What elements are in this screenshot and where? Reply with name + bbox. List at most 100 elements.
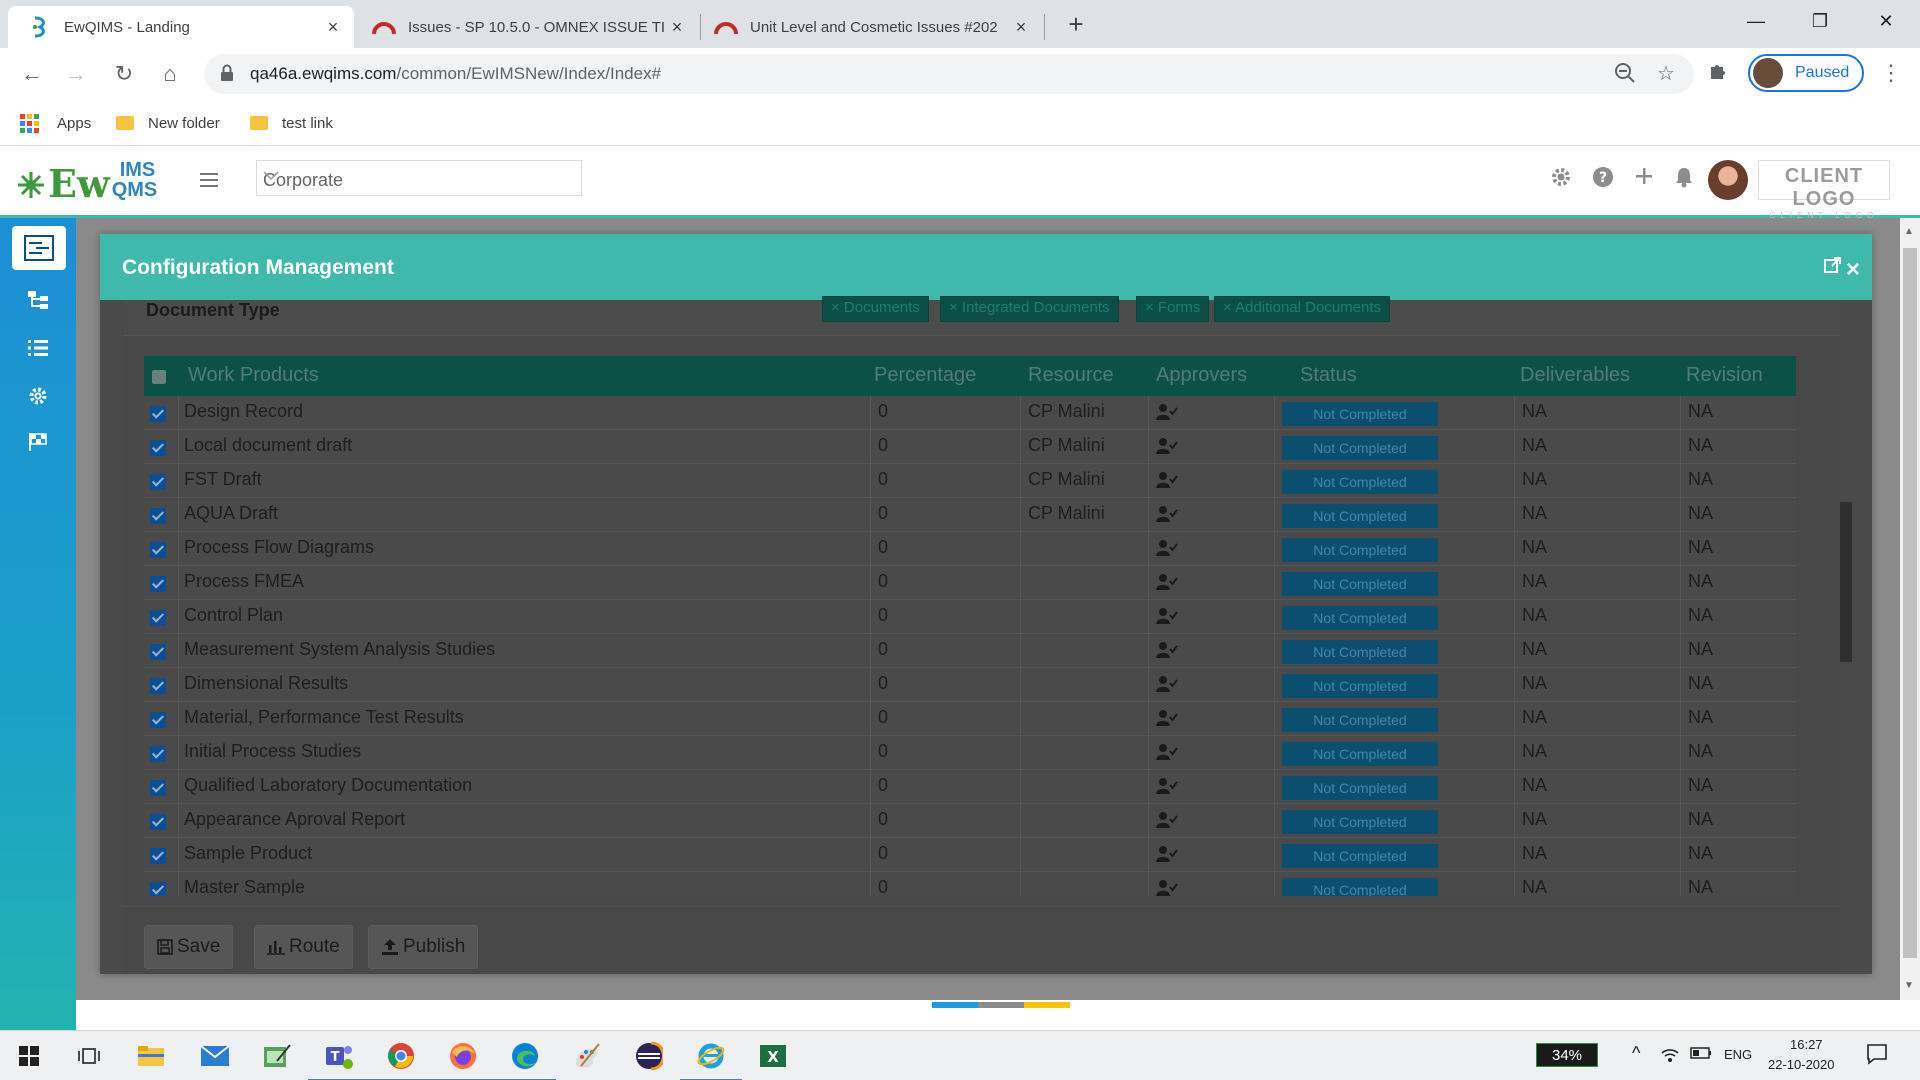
task-view-icon[interactable] bbox=[72, 1039, 106, 1073]
profile-paused-button[interactable]: Paused bbox=[1748, 54, 1864, 92]
user-check-icon[interactable] bbox=[1156, 879, 1178, 896]
extensions-puzzle-icon[interactable] bbox=[1708, 60, 1732, 84]
user-check-icon[interactable] bbox=[1156, 743, 1178, 761]
teams-icon[interactable]: T bbox=[308, 1039, 370, 1080]
sidebar-item-settings[interactable] bbox=[20, 378, 56, 414]
table-row[interactable]: Control Plan 0 NA NA Not Completed bbox=[144, 600, 1796, 634]
firefox-icon[interactable] bbox=[432, 1039, 494, 1080]
cell-work-product[interactable]: Process Flow Diagrams bbox=[184, 537, 374, 558]
bookmark-test-link[interactable]: test link bbox=[250, 112, 333, 134]
sidebar-item-hierarchy[interactable] bbox=[20, 282, 56, 318]
windows-start-icon[interactable] bbox=[12, 1039, 46, 1073]
row-checkbox[interactable] bbox=[150, 644, 166, 660]
excel-icon[interactable]: X bbox=[756, 1039, 790, 1073]
user-avatar[interactable] bbox=[1708, 160, 1748, 200]
column-header-work-products[interactable]: Work Products bbox=[188, 364, 319, 387]
route-button[interactable]: Route bbox=[254, 925, 353, 969]
table-row[interactable]: FST Draft 0 CP Malini NA NA Not Completed bbox=[144, 464, 1796, 498]
table-row[interactable]: Process Flow Diagrams 0 NA NA Not Completed bbox=[144, 532, 1796, 566]
user-check-icon[interactable] bbox=[1156, 777, 1178, 795]
user-check-icon[interactable] bbox=[1156, 539, 1178, 557]
row-checkbox[interactable] bbox=[150, 848, 166, 864]
cell-work-product[interactable]: Measurement System Analysis Studies bbox=[184, 639, 495, 660]
eclipse-icon[interactable] bbox=[632, 1039, 666, 1073]
table-row[interactable]: Master Sample 0 NA NA Not Completed bbox=[144, 872, 1796, 896]
cell-work-product[interactable]: Appearance Aproval Report bbox=[184, 809, 405, 830]
row-checkbox[interactable] bbox=[150, 406, 166, 422]
minimize-button[interactable]: — bbox=[1738, 6, 1774, 36]
language-indicator[interactable]: ENG bbox=[1724, 1047, 1752, 1062]
browser-menu-icon[interactable]: ⋮ bbox=[1880, 60, 1902, 86]
cell-work-product[interactable]: Initial Process Studies bbox=[184, 741, 361, 762]
battery-icon[interactable] bbox=[1690, 1047, 1712, 1059]
modal-scroll-thumb[interactable] bbox=[1840, 502, 1852, 662]
sidebar-item-dashboard[interactable] bbox=[12, 226, 66, 270]
table-row[interactable]: AQUA Draft 0 CP Malini NA NA Not Completed bbox=[144, 498, 1796, 532]
user-check-icon[interactable] bbox=[1156, 505, 1178, 523]
tab-issues-sp[interactable]: Issues - SP 10.5.0 - OMNEX ISSUE TI × bbox=[358, 6, 698, 48]
doc-type-chip-integrated[interactable]: × Integrated Documents bbox=[940, 296, 1119, 322]
help-icon[interactable]: ? bbox=[1592, 166, 1616, 190]
wifi-icon[interactable] bbox=[1660, 1045, 1680, 1063]
cell-work-product[interactable]: Control Plan bbox=[184, 605, 283, 626]
table-row[interactable]: Appearance Aproval Report 0 NA NA Not Comple… bbox=[144, 804, 1796, 838]
row-checkbox[interactable] bbox=[150, 814, 166, 830]
back-arrow-icon[interactable]: ← bbox=[18, 60, 46, 88]
site-selector-dropdown[interactable]: Corporate bbox=[256, 160, 582, 196]
clock-date[interactable]: 22-10-2020 bbox=[1768, 1057, 1835, 1072]
row-checkbox[interactable] bbox=[150, 542, 166, 558]
cell-work-product[interactable]: Master Sample bbox=[184, 877, 305, 896]
ewqims-logo[interactable]: Ew IMS QMS bbox=[16, 156, 157, 206]
popout-window-icon[interactable] bbox=[1824, 256, 1842, 274]
image-editor-icon[interactable] bbox=[260, 1039, 294, 1073]
user-check-icon[interactable] bbox=[1156, 471, 1178, 489]
tab-close-icon[interactable]: × bbox=[1012, 18, 1030, 36]
page-scrollbar[interactable]: ▲ ▼ bbox=[1900, 218, 1920, 1000]
table-row[interactable]: Initial Process Studies 0 NA NA Not Complete… bbox=[144, 736, 1796, 770]
bell-icon[interactable] bbox=[1674, 166, 1698, 190]
cell-work-product[interactable]: Local document draft bbox=[184, 435, 352, 456]
publish-button[interactable]: Publish bbox=[368, 925, 479, 969]
doc-type-chip-documents[interactable]: × Documents bbox=[822, 296, 929, 322]
cell-work-product[interactable]: Process FMEA bbox=[184, 571, 304, 592]
bookmark-star-icon[interactable]: ☆ bbox=[1654, 62, 1678, 86]
column-header-approvers[interactable]: Approvers bbox=[1156, 364, 1247, 387]
zoom-icon[interactable] bbox=[1614, 62, 1638, 86]
close-modal-icon[interactable]: × bbox=[1846, 258, 1860, 282]
edge-icon[interactable] bbox=[494, 1039, 556, 1080]
row-checkbox[interactable] bbox=[150, 610, 166, 626]
battery-percentage-badge[interactable]: 34% bbox=[1536, 1043, 1598, 1067]
table-row[interactable]: Material, Performance Test Results 0 NA NA N… bbox=[144, 702, 1796, 736]
table-row[interactable]: Local document draft 0 CP Malini NA NA Not Co… bbox=[144, 430, 1796, 464]
select-all-checkbox[interactable] bbox=[152, 370, 166, 384]
user-check-icon[interactable] bbox=[1156, 709, 1178, 727]
tab-close-icon[interactable]: × bbox=[668, 18, 686, 36]
cell-work-product[interactable]: Sample Product bbox=[184, 843, 312, 864]
row-checkbox[interactable] bbox=[150, 746, 166, 762]
cell-work-product[interactable]: Material, Performance Test Results bbox=[184, 707, 464, 728]
column-header-resource[interactable]: Resource bbox=[1028, 364, 1114, 387]
hamburger-menu-icon[interactable] bbox=[200, 172, 218, 188]
scroll-up-arrow-icon[interactable]: ▲ bbox=[1904, 226, 1914, 237]
table-row[interactable]: Dimensional Results 0 NA NA Not Completed bbox=[144, 668, 1796, 702]
tab-close-icon[interactable]: × bbox=[324, 18, 342, 36]
close-window-button[interactable]: ✕ bbox=[1868, 6, 1904, 36]
new-tab-button[interactable]: + bbox=[1062, 11, 1090, 39]
mail-icon[interactable] bbox=[198, 1039, 232, 1073]
row-checkbox[interactable] bbox=[150, 474, 166, 490]
row-checkbox[interactable] bbox=[150, 440, 166, 456]
row-checkbox[interactable] bbox=[150, 882, 166, 896]
user-check-icon[interactable] bbox=[1156, 403, 1178, 421]
table-row[interactable]: Sample Product 0 NA NA Not Completed bbox=[144, 838, 1796, 872]
user-check-icon[interactable] bbox=[1156, 675, 1178, 693]
column-header-deliverables[interactable]: Deliverables bbox=[1520, 364, 1630, 387]
bookmark-apps[interactable]: Apps bbox=[20, 112, 91, 134]
row-checkbox[interactable] bbox=[150, 576, 166, 592]
internet-explorer-icon[interactable] bbox=[680, 1039, 742, 1080]
cell-work-product[interactable]: Design Record bbox=[184, 401, 303, 422]
save-button[interactable]: Save bbox=[144, 925, 234, 969]
cell-work-product[interactable]: AQUA Draft bbox=[184, 503, 278, 524]
user-check-icon[interactable] bbox=[1156, 641, 1178, 659]
row-checkbox[interactable] bbox=[150, 508, 166, 524]
sidebar-item-checklist[interactable] bbox=[20, 330, 56, 366]
